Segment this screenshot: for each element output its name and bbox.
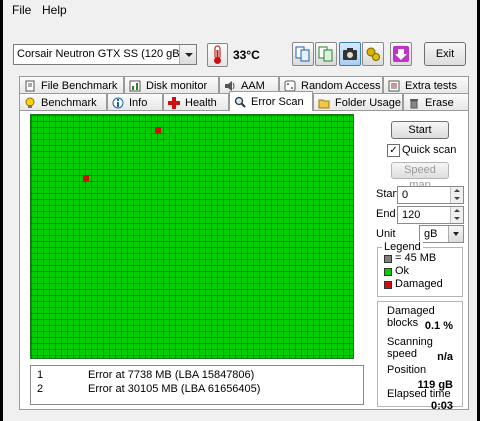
download-icon xyxy=(393,46,409,62)
screenshot-button[interactable] xyxy=(339,42,361,66)
tab-file-benchmark[interactable]: File Benchmark xyxy=(19,76,124,94)
copy-image-icon xyxy=(318,46,333,62)
block-map xyxy=(30,114,354,359)
bulb-icon xyxy=(25,97,35,108)
list-icon xyxy=(388,80,400,91)
start-field-label: Start xyxy=(376,188,400,200)
scanning-speed-value: n/a xyxy=(437,351,453,363)
trash-icon xyxy=(410,98,418,108)
quick-scan-checkbox[interactable]: ✓ xyxy=(387,144,400,157)
end-field-label: End xyxy=(376,208,396,220)
tab-disk-monitor[interactable]: Disk monitor xyxy=(124,76,219,94)
tab-benchmark[interactable]: Benchmark xyxy=(19,93,107,111)
tab-label: Random Access xyxy=(301,79,381,92)
damaged-block xyxy=(83,175,89,181)
menu-bar: File Help xyxy=(3,0,477,19)
folder-icon xyxy=(318,99,330,108)
tab-label: Erase xyxy=(425,96,454,109)
start-button[interactable]: Start xyxy=(391,121,449,139)
app-window: File Help Corsair Neutron GTX SS (120 gB… xyxy=(3,0,477,421)
chevron-down-icon[interactable] xyxy=(448,226,463,242)
list-item: 1 Error at 7738 MB (LBA 15847806) xyxy=(31,369,363,383)
unit-value: gB xyxy=(424,228,438,240)
tab-label: File Benchmark xyxy=(41,79,118,92)
chevron-down-icon[interactable] xyxy=(179,45,196,64)
unit-select[interactable]: gB xyxy=(419,225,464,243)
tab-label: Extra tests xyxy=(405,79,457,92)
magnifier-icon xyxy=(234,96,246,108)
spinner-arrows-icon[interactable] xyxy=(450,187,463,203)
drive-select-value: Corsair Neutron GTX SS (120 gB) xyxy=(17,48,184,60)
drive-select[interactable]: Corsair Neutron GTX SS (120 gB) xyxy=(13,44,197,65)
speed-map-button[interactable]: Speed map xyxy=(391,162,449,191)
error-log[interactable]: 1 Error at 7738 MB (LBA 15847806) 2 Erro… xyxy=(30,365,364,405)
save-button[interactable] xyxy=(390,42,412,66)
unit-label: Unit xyxy=(376,228,396,240)
info-icon xyxy=(112,97,124,108)
legend-swatch-block-size xyxy=(384,255,392,263)
tab-error-scan[interactable]: Error Scan xyxy=(229,91,313,111)
list-item: 2 Error at 30105 MB (LBA 61656405) xyxy=(31,383,363,397)
scan-statistics: Damaged blocks 0.1 % Scanning speed n/a … xyxy=(377,301,463,412)
tab-folder-usage[interactable]: Folder Usage xyxy=(313,93,403,111)
menu-file[interactable]: File xyxy=(12,3,31,17)
tab-label: Health xyxy=(185,96,217,109)
exit-button[interactable]: Exit xyxy=(424,42,466,66)
legend-label: = 45 MB xyxy=(395,252,437,264)
tab-label: Error Scan xyxy=(251,95,304,108)
thermometer-icon xyxy=(207,43,228,67)
end-field-value: 120 xyxy=(402,209,421,221)
log-number: 2 xyxy=(37,383,44,395)
tab-info[interactable]: Info xyxy=(107,93,163,111)
page-icon xyxy=(25,80,35,91)
cross-icon xyxy=(168,96,180,109)
copy-text-button[interactable] xyxy=(292,42,314,66)
damaged-blocks-value: 0.1 % xyxy=(424,320,453,332)
options-button[interactable] xyxy=(362,42,384,66)
quick-scan-label: Quick scan xyxy=(402,144,457,156)
elapsed-time-label: Elapsed time xyxy=(387,388,451,400)
log-number: 1 xyxy=(37,369,44,381)
tab-label: AAM xyxy=(241,79,265,92)
speaker-icon xyxy=(225,80,235,91)
error-scan-panel: 1 Error at 7738 MB (LBA 15847806) 2 Erro… xyxy=(19,110,469,412)
menu-help[interactable]: Help xyxy=(42,3,67,17)
legend-label: Ok xyxy=(395,265,410,277)
tab-health[interactable]: Health xyxy=(163,93,229,111)
tab-extra-tests[interactable]: Extra tests xyxy=(383,76,469,94)
end-field[interactable]: 120 xyxy=(397,206,464,224)
tab-label: Info xyxy=(129,96,148,109)
legend-swatch-ok xyxy=(384,268,392,276)
log-message: Error at 30105 MB (LBA 61656405) xyxy=(88,383,261,395)
damaged-block xyxy=(155,127,161,133)
spinner-arrows-icon[interactable] xyxy=(450,207,463,223)
legend-box: Legend = 45 MB Ok Damaged xyxy=(377,241,463,297)
log-message: Error at 7738 MB (LBA 15847806) xyxy=(88,369,255,381)
start-field[interactable]: 0 xyxy=(397,186,464,204)
tab-label: Disk monitor xyxy=(146,79,208,92)
chart-icon xyxy=(129,80,141,91)
tab-label: Folder Usage xyxy=(335,96,402,109)
gear-icon xyxy=(366,47,380,61)
camera-icon xyxy=(343,48,357,60)
position-label: Position xyxy=(387,364,427,376)
elapsed-time-value: 0:03 xyxy=(430,400,453,412)
start-field-value: 0 xyxy=(402,189,409,201)
tab-label: Benchmark xyxy=(41,96,97,109)
copy-icon xyxy=(295,46,310,62)
copy-image-button[interactable] xyxy=(315,42,337,66)
legend-label: Damaged xyxy=(395,278,443,290)
legend-swatch-damaged xyxy=(384,281,392,289)
tab-erase[interactable]: Erase xyxy=(403,93,469,111)
temperature-readout: 33°C xyxy=(233,48,260,62)
dice-icon xyxy=(284,80,296,91)
